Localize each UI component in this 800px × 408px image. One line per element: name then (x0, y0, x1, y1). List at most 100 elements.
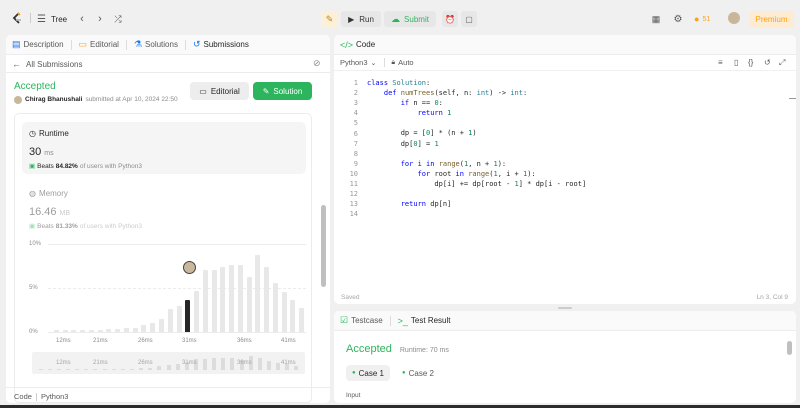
distribution-bar[interactable] (71, 330, 77, 332)
distribution-bar[interactable] (132, 327, 138, 332)
distribution-bar[interactable] (123, 328, 129, 332)
overview-tick-label: 12ms (56, 360, 71, 366)
distribution-bar[interactable] (141, 324, 147, 332)
overview-bar (65, 369, 70, 370)
editorial-button[interactable]: ▭ Editorial (190, 82, 249, 100)
distribution-bar[interactable] (62, 330, 68, 332)
tab-submissions[interactable]: ↺ Submissions (193, 39, 249, 50)
distribution-bar[interactable] (150, 323, 156, 332)
distribution-bar[interactable] (255, 255, 261, 332)
leetcode-logo-icon[interactable] (10, 11, 24, 25)
distribution-bar[interactable] (211, 270, 217, 332)
format-icon[interactable]: ≡ (718, 58, 723, 67)
distribution-bar[interactable] (158, 318, 164, 332)
layout-grid-icon[interactable]: ▦ (649, 12, 663, 26)
runtime-title: ◷ Runtime (29, 129, 69, 138)
distribution-bar[interactable] (80, 330, 86, 332)
runtime-beats: ▣ Beats 84.82% of users with Python3 (29, 162, 142, 171)
next-problem-icon[interactable]: › (94, 12, 106, 26)
line-number: 9 (353, 159, 358, 168)
distribution-bar[interactable] (246, 277, 252, 332)
distribution-bar[interactable] (106, 329, 112, 332)
result-scrollbar[interactable] (787, 341, 792, 355)
distribution-bar[interactable] (194, 290, 200, 332)
settings-gear-icon[interactable]: ⚙ (671, 12, 685, 26)
runtime-box[interactable]: ◷ Runtime 30 ms ▣ Beats 84.82% of users … (22, 122, 306, 174)
distribution-bar[interactable] (176, 305, 182, 332)
overview-bar (84, 369, 89, 370)
testcase-label: Testcase (351, 316, 383, 325)
panel-resize-handle[interactable] (558, 307, 572, 309)
run-button[interactable]: ▶ Run (341, 11, 381, 27)
tab-description[interactable]: ▤ Description (12, 39, 64, 50)
distribution-bar[interactable] (272, 282, 278, 332)
streak-counter[interactable]: ● 51 (694, 12, 710, 26)
notes-icon[interactable]: ▢ (461, 11, 477, 27)
terminal-icon: >_ (397, 315, 408, 326)
bookmark-icon[interactable]: ▯ (734, 58, 738, 67)
distribution-bar[interactable] (299, 308, 305, 332)
problem-list-label: Tree (50, 14, 68, 24)
distribution-bar[interactable] (290, 300, 296, 332)
premium-button[interactable]: Premium (749, 11, 794, 28)
timer-icon[interactable]: ⏰ (442, 11, 458, 27)
y-tick-label: 10% (29, 241, 42, 247)
submitter-name[interactable]: Chirag Bhanushali (25, 96, 82, 103)
result-status: Accepted (346, 343, 392, 355)
braces-icon[interactable]: {} (748, 58, 753, 67)
reset-icon[interactable]: ↺ (764, 58, 771, 67)
left-scrollbar[interactable] (321, 205, 326, 287)
tab-code[interactable]: </> Code (340, 40, 375, 50)
problem-list-button[interactable]: ☰ Tree (37, 12, 67, 26)
beats-trophy-icon: ▣ (29, 163, 36, 170)
result-tab-bar: ☑ Testcase >_ Test Result (334, 311, 796, 331)
memory-beats: ▣ Beats 81.33% of users with Python3 (29, 222, 142, 231)
cursor-position: Ln 3, Col 9 (756, 294, 788, 301)
auto-mode-toggle[interactable]: 🔒︎ Auto (391, 58, 413, 67)
case-2-tab[interactable]: ● Case 2 (396, 365, 440, 381)
submit-button[interactable]: ☁ Submit (384, 11, 436, 27)
y-tick-label: 5% (29, 285, 38, 291)
overview-bar (56, 369, 61, 370)
case-dot-icon: ● (352, 370, 356, 376)
memory-chip-icon: ◍ (29, 189, 36, 198)
submit-label: Submit (404, 14, 429, 24)
language-select[interactable]: Python3 ⌄ (340, 58, 376, 67)
distribution-bar[interactable] (88, 330, 94, 332)
distribution-bar[interactable] (281, 291, 287, 332)
memory-title-label: Memory (38, 189, 68, 198)
debug-button[interactable]: ✎ (321, 11, 338, 27)
distribution-bar[interactable] (264, 266, 270, 332)
submission-status: Accepted (14, 81, 56, 92)
tab-solutions[interactable]: ⚗ Solutions (134, 39, 178, 50)
user-avatar-marker[interactable] (183, 261, 196, 274)
tab-editorial[interactable]: ▭ Editorial (79, 39, 119, 50)
memory-box[interactable]: ◍ Memory 16.46 MB ▣ Beats 81.33% of user… (22, 182, 306, 234)
highlighted-bar[interactable] (185, 300, 191, 332)
tab-testcase[interactable]: ☑ Testcase (340, 315, 383, 326)
tab-divider (184, 39, 186, 50)
user-avatar[interactable] (728, 12, 740, 24)
prev-problem-icon[interactable]: ‹ (76, 12, 88, 26)
distribution-bar[interactable] (53, 330, 59, 332)
x-tick-label: 12ms (56, 338, 71, 344)
distribution-bar[interactable] (237, 265, 243, 332)
distribution-bar[interactable] (97, 330, 103, 332)
tab-test-result[interactable]: >_ Test Result (398, 316, 451, 326)
case-1-tab[interactable]: ● Case 1 (346, 365, 390, 381)
distribution-bar[interactable] (167, 309, 173, 332)
code-label: Code (14, 392, 32, 401)
code-editor[interactable]: class Solution: def numTrees(self, n: in… (367, 78, 586, 209)
distribution-bar[interactable] (115, 329, 121, 332)
overview-tick-label: 21ms (93, 360, 108, 366)
distribution-bar[interactable] (229, 265, 235, 332)
expand-icon[interactable]: ⤢ (779, 58, 785, 68)
share-link-icon[interactable]: ⊘ (313, 58, 321, 69)
solution-button[interactable]: ✎ Solution (253, 82, 312, 100)
shuffle-icon[interactable]: ⤮ (112, 12, 124, 26)
all-submissions-link[interactable]: ← All Submissions (12, 59, 82, 69)
overview-slider[interactable]: 12ms 21ms 26ms 31ms 36ms 41ms (32, 352, 305, 374)
distribution-bar[interactable] (202, 270, 208, 332)
tab-description-label: Description (23, 40, 64, 49)
distribution-bar[interactable] (220, 266, 226, 332)
